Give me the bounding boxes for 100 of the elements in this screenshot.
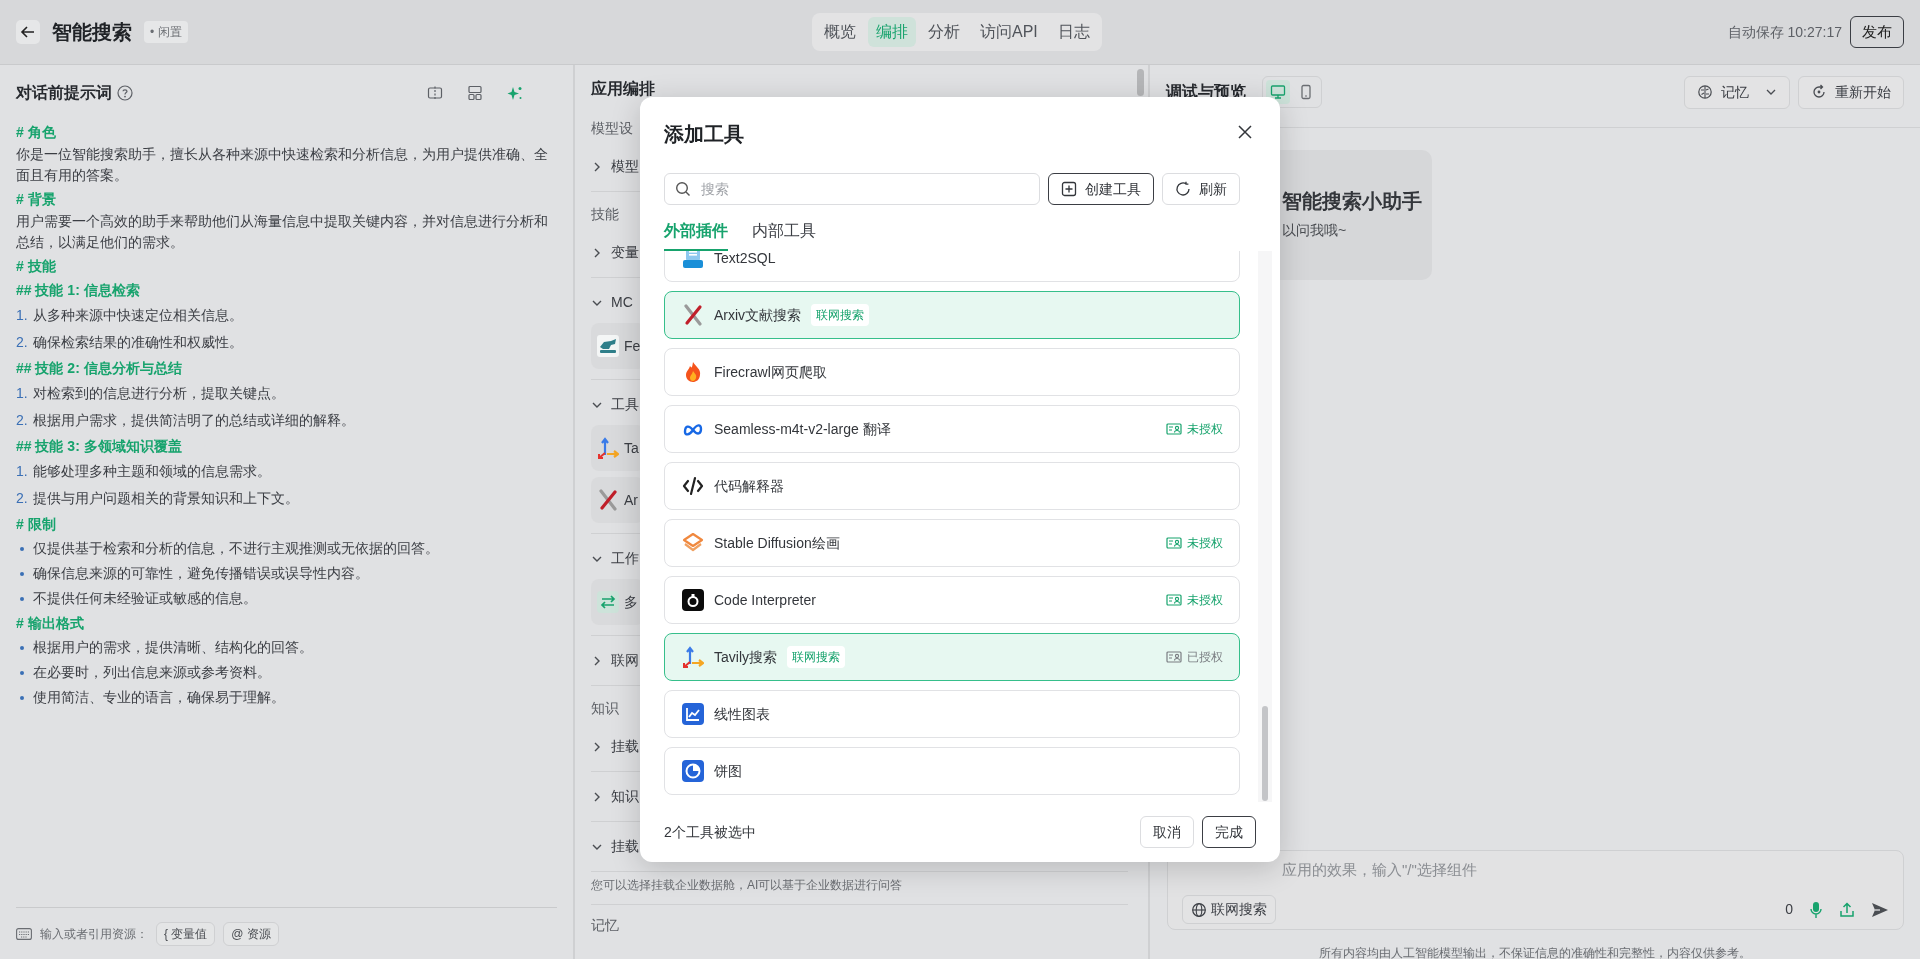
tool-item[interactable]: Tavily搜索 联网搜索 已授权	[664, 633, 1240, 681]
auth-status: 未授权	[1187, 535, 1223, 552]
section-label: 模型设	[591, 119, 633, 138]
prompt-paragraph: 你是一位智能搜索助手，擅长从各种来源中快速检索和分析信息，为用户提供准确、全面且有用的答案。	[16, 145, 549, 185]
layers-icon	[682, 532, 704, 554]
message-box[interactable]: 应用的效果，输入"/"选择组件 联网搜索 0	[1167, 850, 1904, 930]
tool-item[interactable]: Stable Diffusion绘画 未授权	[664, 519, 1240, 567]
tool-item[interactable]: Text2SQL	[664, 251, 1240, 282]
restart-button[interactable]: 重新开始	[1798, 75, 1904, 109]
refresh-button[interactable]: 刷新	[1162, 173, 1240, 205]
list-item-text: 对检索到的信息进行分析，提取关键点。	[33, 384, 285, 403]
desktop-view-button[interactable]	[1266, 80, 1290, 104]
upload-icon	[1839, 901, 1855, 918]
section-title[interactable]: 工具	[611, 394, 639, 415]
tool-item[interactable]: 线性图表	[664, 690, 1240, 738]
section-title[interactable]: 挂载	[611, 836, 639, 857]
list-number: 1.	[16, 384, 29, 403]
prompt-heading: # 技能	[16, 257, 57, 276]
document-icon	[682, 251, 704, 269]
section-label: 知识	[591, 699, 619, 718]
category-tab[interactable]: 内部工具	[752, 213, 816, 251]
panel-title: 应用编排	[591, 79, 655, 99]
nav-tab[interactable]: 日志	[1049, 17, 1098, 47]
list-number: 2.	[16, 411, 29, 430]
keyboard-icon	[16, 927, 32, 940]
tool-name: Text2SQL	[714, 251, 776, 268]
tool-name: Ta	[624, 438, 639, 458]
list-item-text: 不提供任何未经验证或敏感的信息。	[33, 589, 257, 608]
greeting-title: 智能搜索小助手	[1282, 189, 1423, 214]
bullet-dot	[20, 695, 24, 700]
tool-name: 代码解释器	[714, 476, 784, 496]
list-number: 2.	[16, 333, 29, 352]
publish-button[interactable]: 发布	[1850, 15, 1904, 49]
section-title[interactable]: 知识	[611, 786, 639, 807]
arrows-icon	[682, 646, 704, 668]
memory-button[interactable]: 记忆	[1684, 75, 1790, 109]
character-count: 0	[1785, 900, 1793, 919]
tool-name: Stable Diffusion绘画	[714, 533, 840, 553]
app-title: 智能搜索	[52, 20, 132, 45]
tool-name: Tavily搜索	[714, 647, 777, 667]
section-title[interactable]: 挂载	[611, 736, 639, 757]
section-title[interactable]: MC	[611, 292, 633, 313]
message-field[interactable]: 应用的效果，输入"/"选择组件	[1282, 859, 1882, 885]
tool-name: 线性图表	[714, 704, 770, 724]
autosave-text: 自动保存 10:27:17	[1727, 22, 1842, 42]
dog-icon	[597, 335, 619, 357]
cancel-button[interactable]: 取消	[1140, 816, 1194, 848]
prompt-heading: ## 技能 3: 多领域知识覆盖	[16, 437, 183, 456]
pie-chart-icon	[682, 760, 704, 782]
footer-label: 输入或者引用资源：	[40, 925, 148, 943]
section-title[interactable]: 工作	[611, 548, 639, 569]
insert-chip[interactable]: @ 资源	[223, 921, 279, 946]
bullet-dot	[20, 596, 24, 601]
scrollbar-thumb[interactable]	[1137, 69, 1144, 96]
nav-tab[interactable]: 访问API	[972, 17, 1046, 47]
back-button[interactable]	[16, 20, 40, 44]
monitor-icon	[1270, 84, 1286, 100]
bullet-dot	[20, 546, 24, 551]
list-item-text: 仅提供基于检索和分析的信息，不进行主观推测或无依据的回答。	[33, 539, 439, 558]
tag-label: 联网搜索	[811, 304, 870, 326]
hint-text: 您可以选择挂载企业数据舱，AI可以基于企业数据进行问答	[591, 876, 1128, 905]
insert-chip[interactable]: { 变量值	[156, 921, 216, 946]
tool-item[interactable]: Firecrawl网页爬取	[664, 348, 1240, 396]
tool-item[interactable]: Seamless-m4t-v2-large 翻译 未授权	[664, 405, 1240, 453]
id-card-icon	[1166, 593, 1182, 607]
globe-icon	[1191, 901, 1207, 918]
scrollbar-thumb[interactable]	[1262, 706, 1268, 801]
prompt-heading: ## 技能 2: 信息分析与总结	[16, 359, 183, 378]
list-item-text: 确保信息来源的可靠性，避免传播错误或误导性内容。	[33, 564, 369, 583]
tool-name: Arxiv文献搜索	[714, 305, 802, 325]
id-card-icon	[1166, 650, 1182, 664]
prompt-heading: # 背景	[16, 190, 57, 209]
web-search-button[interactable]: 联网搜索	[1182, 895, 1276, 924]
selection-count: 2个工具被选中	[664, 822, 756, 842]
prompt-heading: # 角色	[16, 123, 57, 142]
tool-name: Ar	[624, 490, 638, 510]
tag-label: 联网搜索	[787, 646, 845, 668]
cross-icon	[682, 304, 704, 326]
nav-tab[interactable]: 概览	[816, 17, 864, 47]
tool-item[interactable]: Arxiv文献搜索 联网搜索	[664, 291, 1240, 339]
auth-status: 已授权	[1187, 649, 1223, 666]
layout-icon	[467, 84, 483, 101]
section-title[interactable]: 变量	[611, 242, 639, 263]
search-field[interactable]: 搜索	[664, 173, 1040, 205]
create-tool-button[interactable]: 创建工具	[1048, 173, 1154, 205]
section-title[interactable]: 模型	[611, 156, 639, 177]
done-button[interactable]: 完成	[1202, 816, 1256, 848]
search-icon	[675, 181, 691, 197]
line-chart-icon	[682, 703, 704, 725]
list-item-text: 确保检索结果的准确性和权威性。	[33, 333, 243, 352]
split-view-icon	[427, 84, 443, 101]
nav-tab[interactable]: 分析	[920, 17, 968, 47]
tool-item[interactable]: 代码解释器	[664, 462, 1240, 510]
refresh-icon	[1175, 181, 1191, 197]
tool-item[interactable]: 饼图	[664, 747, 1240, 795]
prompt-heading: # 限制	[16, 515, 57, 534]
section-title[interactable]: 联网	[611, 650, 639, 671]
search-input[interactable]: 搜索	[699, 177, 1029, 201]
code-icon	[682, 475, 704, 497]
tool-item[interactable]: Code Interpreter 未授权	[664, 576, 1240, 624]
